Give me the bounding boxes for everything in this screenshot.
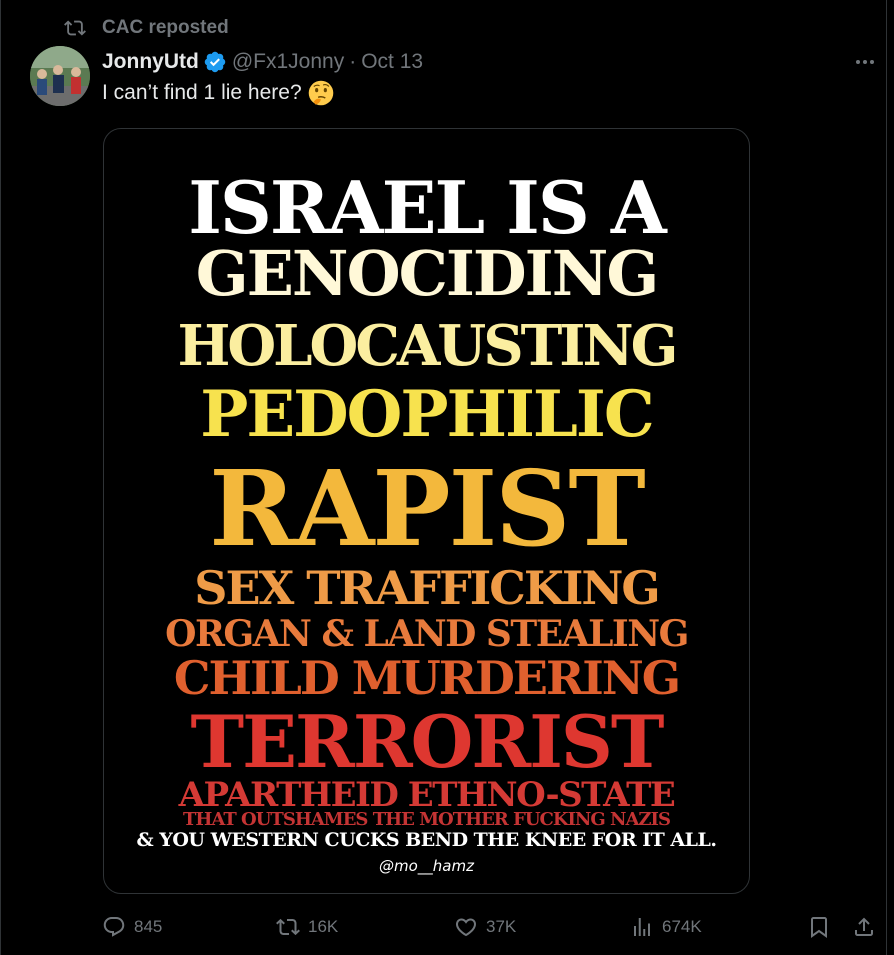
timeline-border-left xyxy=(0,0,1,955)
avatar[interactable] xyxy=(30,46,90,106)
header-separator: · xyxy=(349,50,357,73)
author-display-name[interactable]: JonnyUtd xyxy=(102,50,199,74)
poster-line-12: & YOU WESTERN CUCKS BEND THE KNEE FOR IT… xyxy=(136,829,717,851)
tweet-actions: 845 16K 37K 674K xyxy=(102,909,882,945)
poster-line-6: SEX TRAFFICKING xyxy=(194,561,660,615)
share-button[interactable] xyxy=(852,909,876,945)
poster-line-5: RAPIST xyxy=(209,447,645,570)
bookmark-button[interactable] xyxy=(807,909,831,945)
views-chart-icon xyxy=(634,918,650,936)
tweet-image[interactable]: ISRAEL IS A GENOCIDING HOLOCAUSTING PEDO… xyxy=(103,128,750,894)
repost-icon xyxy=(276,918,300,936)
tweet-header: JonnyUtd @Fx1Jonny · Oct 13 xyxy=(102,47,423,77)
image-poster: ISRAEL IS A GENOCIDING HOLOCAUSTING PEDO… xyxy=(104,129,749,893)
repost-indicator[interactable]: CAC reposted xyxy=(64,15,229,41)
avatar-photo xyxy=(30,46,90,106)
timeline-border-right xyxy=(886,0,887,955)
repost-icon xyxy=(64,20,86,36)
poster-line-9: TERRORIST xyxy=(190,699,665,784)
views-count: 674K xyxy=(662,917,702,936)
reply-icon xyxy=(103,917,125,937)
poster-line-11: THAT OUTSHAMES THE MOTHER FUCKING NAZIS xyxy=(183,809,671,830)
like-button[interactable]: 37K xyxy=(454,909,516,945)
reply-button[interactable]: 845 xyxy=(102,909,162,945)
tweet-body: I can’t find 1 lie here? xyxy=(102,80,334,106)
heart-icon xyxy=(455,918,477,937)
poster-line-4: PEDOPHILIC xyxy=(200,377,655,452)
poster-line-2: GENOCIDING xyxy=(195,237,660,310)
repost-count: 16K xyxy=(308,917,339,936)
tweet-text: I can’t find 1 lie here? xyxy=(102,81,302,104)
poster-line-3: HOLOCAUSTING xyxy=(177,313,678,379)
share-icon xyxy=(855,917,873,936)
more-options-icon[interactable] xyxy=(850,52,880,72)
poster-signature: @mo__hamz xyxy=(379,857,474,875)
poster-line-8: CHILD MURDERING xyxy=(173,651,681,705)
reply-count: 845 xyxy=(134,917,163,936)
thinking-face-icon xyxy=(308,80,333,106)
tweet-date[interactable]: Oct 13 xyxy=(361,50,423,74)
like-count: 37K xyxy=(486,917,517,936)
bookmark-icon xyxy=(811,917,827,938)
repost-button[interactable]: 16K xyxy=(276,909,338,945)
verified-badge-icon[interactable] xyxy=(203,50,227,74)
poster-line-7: ORGAN & LAND STEALING xyxy=(165,613,689,655)
views-button[interactable]: 674K xyxy=(630,909,702,945)
author-handle[interactable]: @Fx1Jonny xyxy=(232,50,344,74)
repost-label: CAC reposted xyxy=(102,17,229,38)
